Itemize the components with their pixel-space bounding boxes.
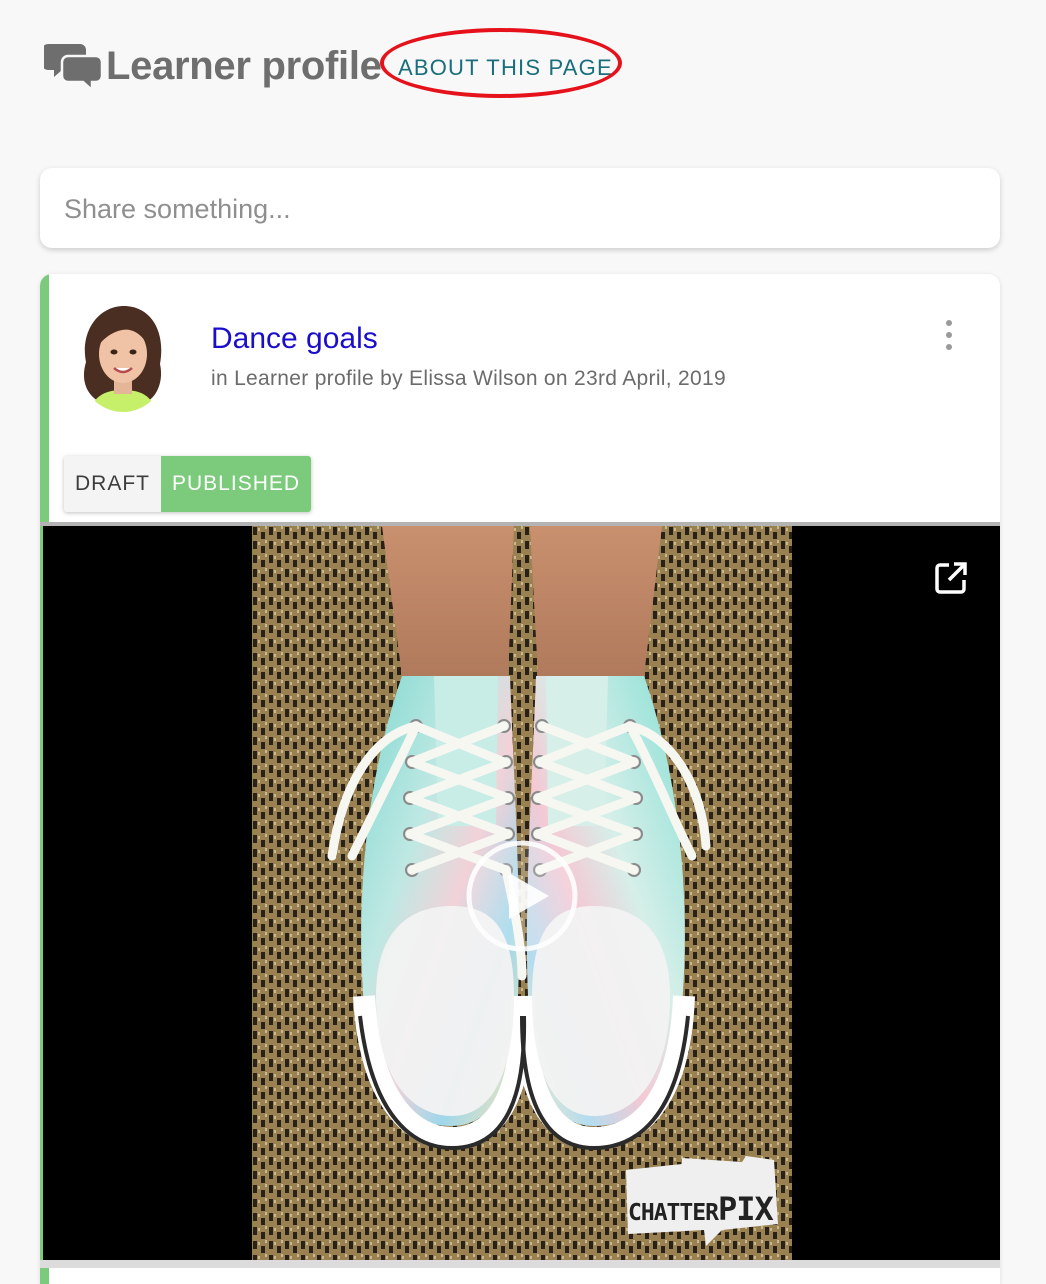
share-box bbox=[40, 168, 1000, 250]
status-draft-button[interactable]: DRAFT bbox=[64, 456, 161, 512]
chatterpix-watermark: CHATTERPIX bbox=[622, 1156, 780, 1248]
post-meta: in Learner profile by Elissa Wilson on 2… bbox=[211, 367, 726, 390]
more-options-button[interactable] bbox=[936, 318, 962, 352]
play-icon[interactable] bbox=[465, 839, 579, 953]
card-bottom-bar bbox=[40, 1260, 1000, 1268]
watermark-text: CHATTERPIX bbox=[628, 1190, 774, 1228]
watermark-part2: PIX bbox=[717, 1190, 774, 1228]
avatar[interactable] bbox=[76, 302, 170, 412]
chat-bubbles-icon bbox=[44, 44, 104, 92]
status-published-button[interactable]: PUBLISHED bbox=[161, 456, 312, 512]
post-title[interactable]: Dance goals bbox=[211, 322, 378, 356]
video-player[interactable]: CHATTERPIX bbox=[43, 526, 1000, 1260]
student-avatar bbox=[76, 302, 170, 412]
video-frame: CHATTERPIX bbox=[252, 526, 792, 1260]
about-this-page-link[interactable]: ABOUT THIS PAGE bbox=[398, 55, 613, 81]
post-card: Dance goals in Learner profile by Elissa… bbox=[40, 274, 1000, 1284]
page-header: Learner profile ABOUT THIS PAGE bbox=[44, 28, 684, 98]
watermark-part1: CHATTER bbox=[628, 1200, 719, 1226]
share-input[interactable] bbox=[62, 168, 966, 250]
status-toggle: DRAFT PUBLISHED bbox=[64, 456, 312, 512]
page-title: Learner profile bbox=[106, 44, 382, 88]
open-external-icon[interactable] bbox=[933, 560, 969, 596]
